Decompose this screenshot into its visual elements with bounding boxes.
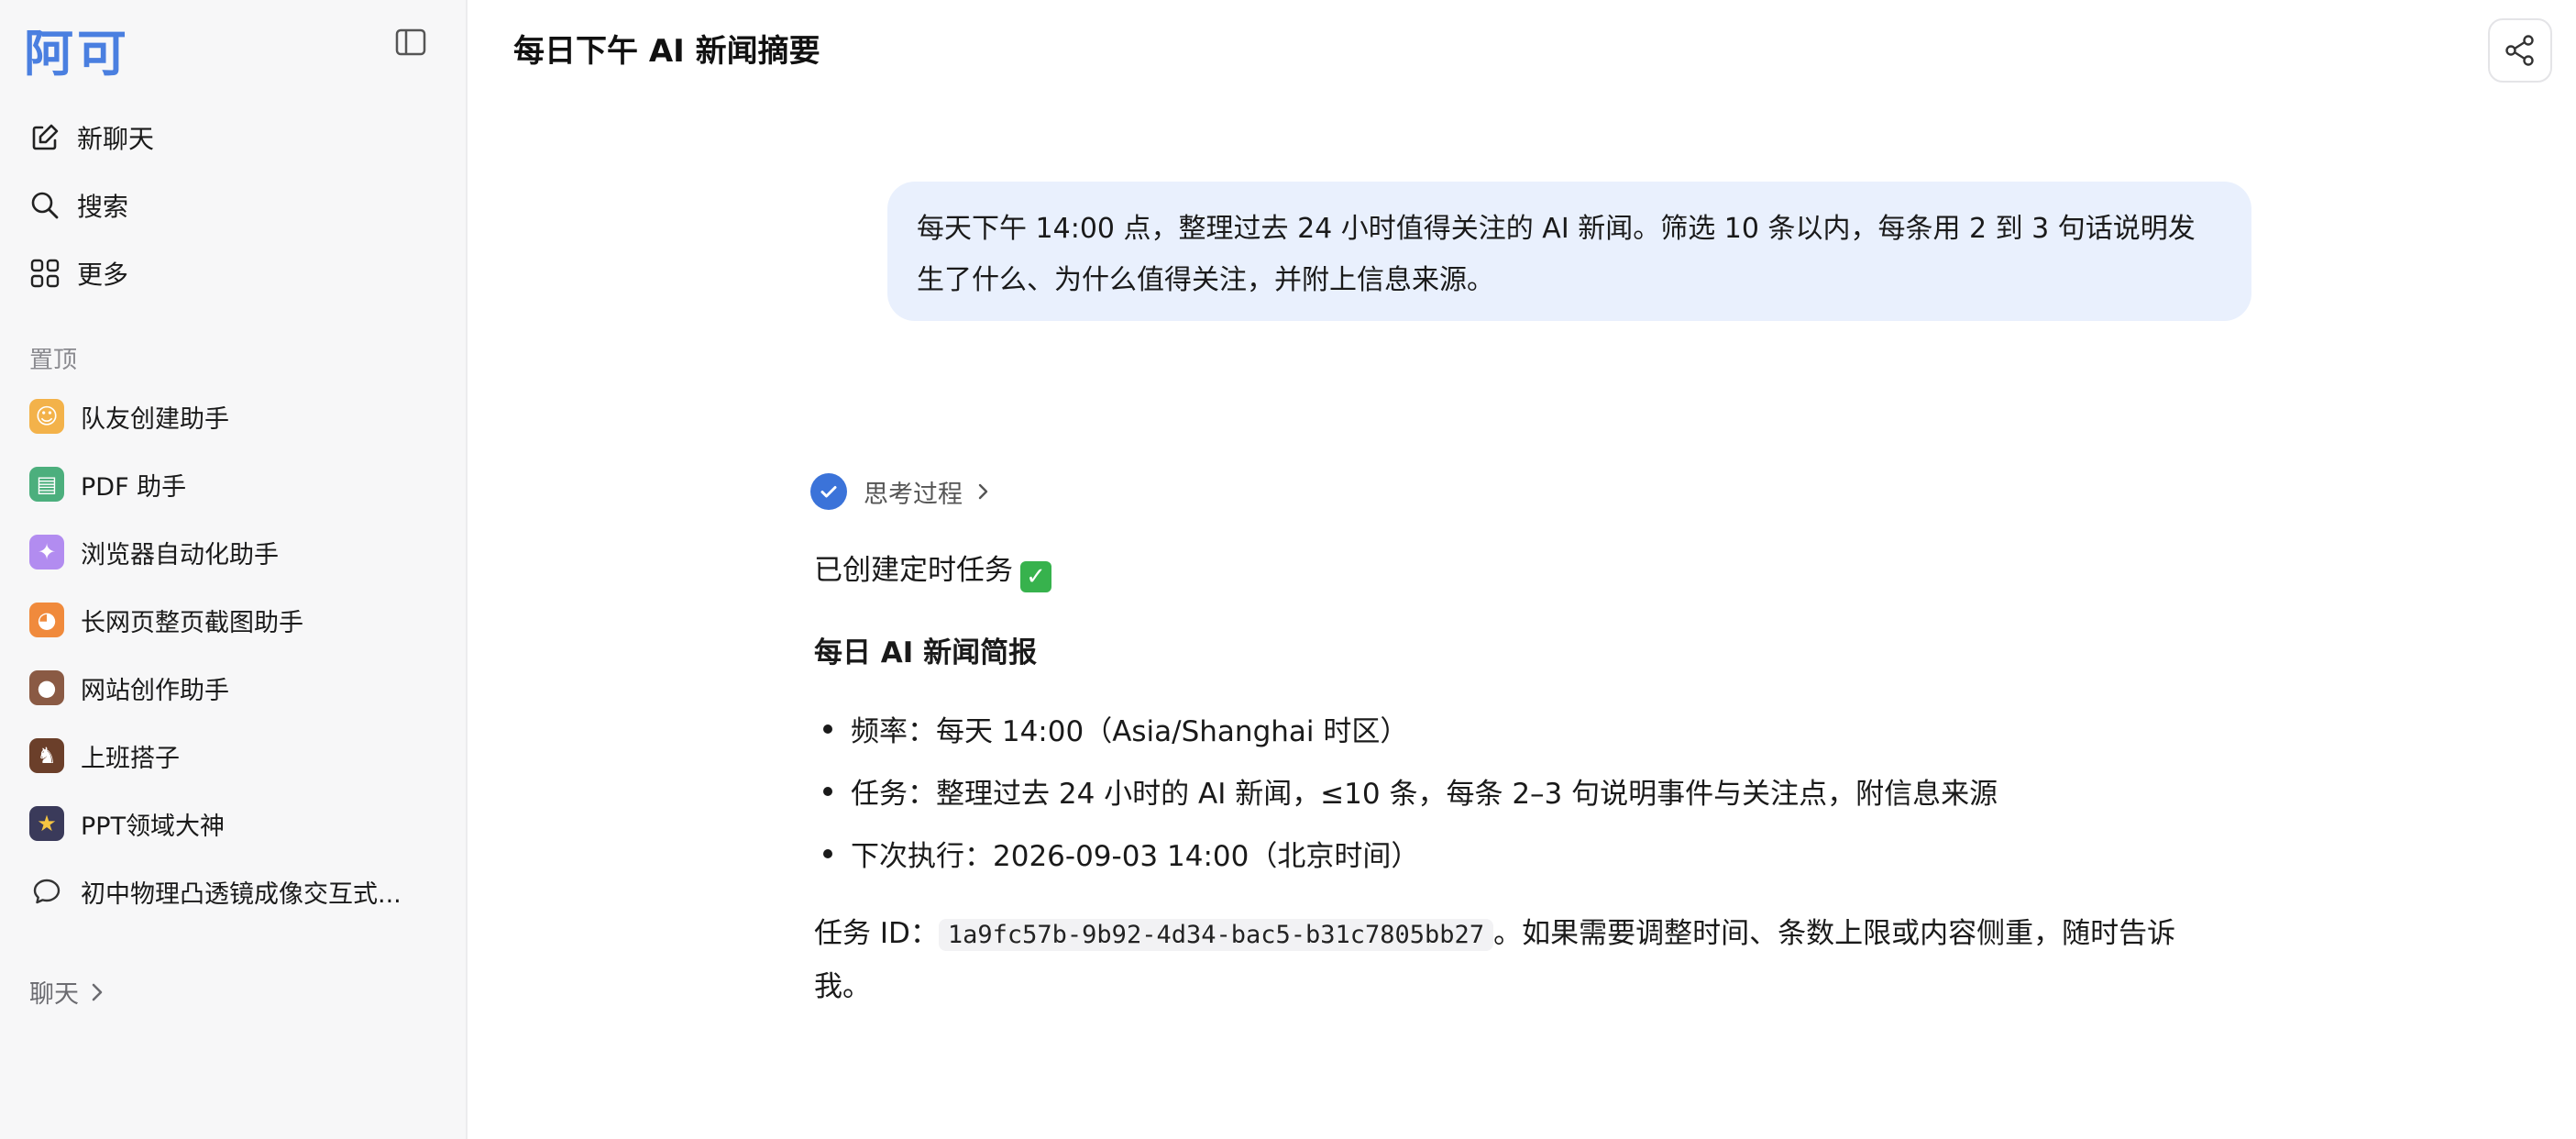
nav-label: 更多 [77,260,129,290]
task-created-line: 已创建定时任务 ✓ [814,547,1051,592]
pinned-item[interactable]: 初中物理凸透镜成像交互式... [29,869,402,913]
bullet-dot [823,724,832,734]
grid-icon [28,256,62,291]
horse-emoji-icon: ♞ [29,738,64,773]
unicorn-emoji-icon: ✦ [29,535,64,570]
task-created-text: 已创建定时任务 [814,554,1013,587]
chevron-right-icon [88,981,106,1003]
list-item-text: 任务：整理过去 24 小时的 AI 新闻，≤10 条，每条 2–3 句说明事件与… [851,778,1998,811]
pinned-item[interactable]: ✦ 浏览器自动化助手 [29,530,279,574]
star-emoji-icon: ★ [29,806,64,841]
nav-search[interactable]: 搜索 [28,183,128,227]
nav-label: 新聊天 [77,124,155,154]
chat-section-toggle[interactable]: 聊天 [29,974,106,1010]
monkey-emoji-icon: ● [29,670,64,705]
share-button[interactable] [2488,18,2552,83]
teammate-emoji-icon: ☺ [29,399,64,434]
pinned-item[interactable]: ♞ 上班搭子 [29,734,180,778]
pinned-item-label: PPT领域大神 [81,812,226,841]
app-logo[interactable]: 阿可 [24,13,130,85]
pinned-item[interactable]: ◕ 长网页整页截图助手 [29,598,303,642]
thinking-toggle[interactable]: 思考过程 [810,473,992,510]
sidebar-toggle-icon[interactable] [394,26,427,59]
share-icon [2503,33,2537,68]
pinned-item-label: 网站创作助手 [81,676,229,705]
edit-icon [28,120,62,155]
list-item-text: 频率：每天 14:00（Asia/Shanghai 时区） [851,715,1409,748]
list-item: 任务：整理过去 24 小时的 AI 新闻，≤10 条，每条 2–3 句说明事件与… [823,770,1998,812]
nav-new-chat[interactable]: 新聊天 [28,116,154,160]
sidebar: 阿可 新聊天 搜索 更多 置顶 ☺ 队友创建助手 ▤ PDF 助手 ✦ 浏览器自… [0,0,468,1139]
list-item-text: 下次执行：2026-09-03 14:00（北京时间） [851,840,1420,873]
task-id-paragraph: 任务 ID： 1a9fc57b-9b92-4d34-bac5-b31c7805bb… [814,908,2226,1012]
task-id-code[interactable]: 1a9fc57b-9b92-4d34-bac5-b31c7805bb27 [938,919,1494,951]
pinned-section-label: 置顶 [29,347,78,374]
bullet-dot [823,848,832,858]
pinned-item[interactable]: ● 网站创作助手 [29,666,229,710]
pinned-item[interactable]: ▤ PDF 助手 [29,462,186,506]
chevron-right-icon [975,481,992,503]
pinned-item[interactable]: ★ PPT领域大神 [29,802,225,846]
pinned-item[interactable]: ☺ 队友创建助手 [29,394,229,438]
nav-label: 搜索 [77,192,129,222]
pinned-item-label: 队友创建助手 [81,404,229,434]
brief-heading: 每日 AI 新闻简报 [814,636,1038,669]
task-id-prefix: 任务 ID： [814,917,939,950]
thinking-label: 思考过程 [864,480,963,509]
chat-section-label: 聊天 [29,980,79,1009]
user-message-bubble: 每天下午 14:00 点，整理过去 24 小时值得关注的 AI 新闻。筛选 10… [887,182,2251,321]
pdf-emoji-icon: ▤ [29,467,64,502]
check-icon [810,473,847,510]
search-icon [28,188,62,223]
pinned-item-label: 初中物理凸透镜成像交互式... [81,879,402,909]
pinned-item-label: 浏览器自动化助手 [81,540,279,570]
cat-emoji-icon: ◕ [29,603,64,637]
nav-more[interactable]: 更多 [28,251,128,295]
green-check-emoji-icon: ✓ [1020,561,1051,592]
pinned-item-label: PDF 助手 [81,472,187,502]
list-item: 下次执行：2026-09-03 14:00（北京时间） [823,833,1419,874]
chat-bubble-icon [29,874,64,909]
pinned-item-label: 长网页整页截图助手 [81,608,303,637]
pinned-item-label: 上班搭子 [81,744,180,773]
bullet-dot [823,786,832,796]
list-item: 频率：每天 14:00（Asia/Shanghai 时区） [823,708,1408,749]
page-title: 每日下午 AI 新闻摘要 [513,33,820,70]
